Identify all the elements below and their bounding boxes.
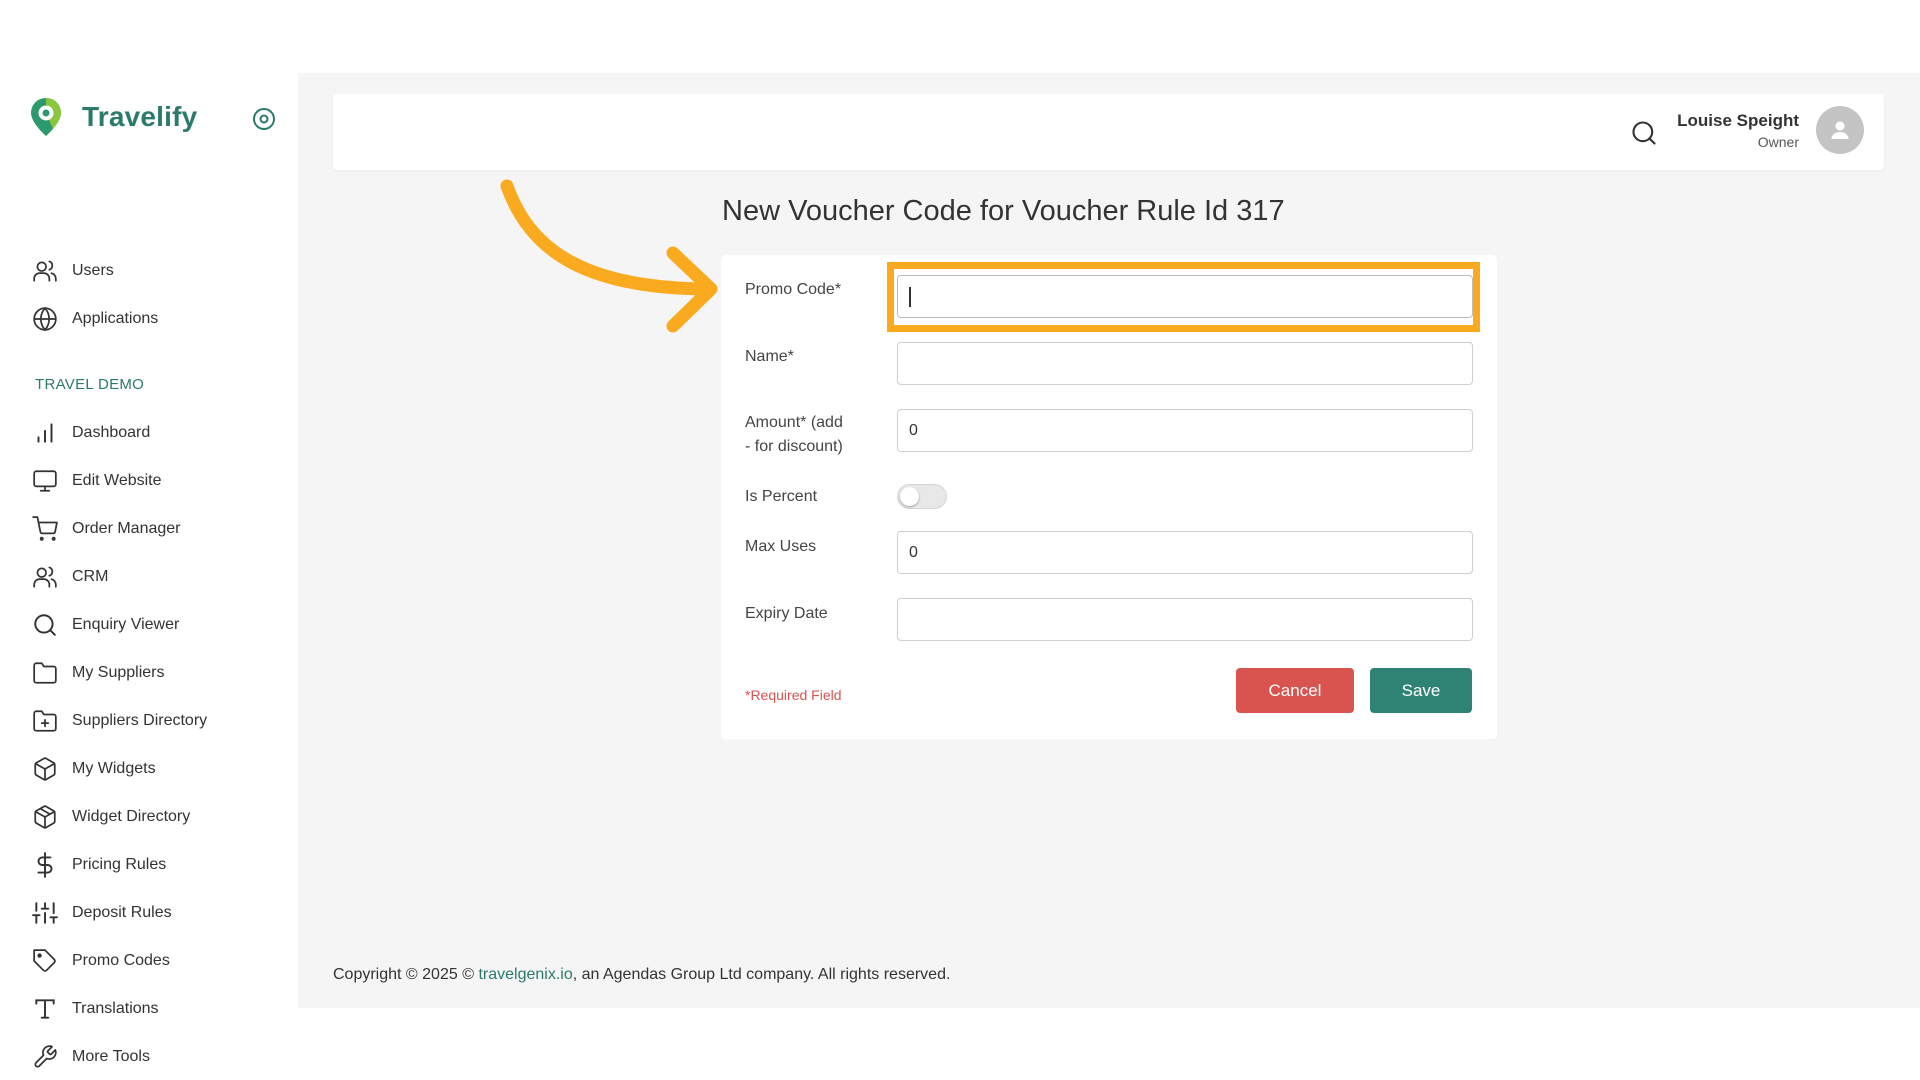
sidebar-item-suppliers-directory[interactable]: Suppliers Directory bbox=[32, 706, 207, 736]
avatar[interactable] bbox=[1816, 106, 1864, 154]
type-icon bbox=[35, 999, 55, 1019]
sidebar-item-deposit-rules[interactable]: Deposit Rules bbox=[32, 898, 172, 928]
max-uses-input[interactable]: 0 bbox=[897, 531, 1473, 574]
folder-icon bbox=[33, 662, 57, 684]
sidebar-item-label: Suppliers Directory bbox=[72, 712, 208, 729]
sidebar: Travelify Users Applications TRAVEL DEMO… bbox=[0, 73, 298, 1068]
brand[interactable]: Travelify bbox=[28, 95, 197, 139]
sidebar-item-pricing-rules[interactable]: Pricing Rules bbox=[32, 850, 166, 880]
users-icon bbox=[33, 566, 57, 588]
monitor-icon bbox=[33, 470, 57, 492]
sidebar-item-applications[interactable]: Applications bbox=[32, 304, 158, 334]
location-pin-logo-icon bbox=[31, 98, 61, 136]
user-name[interactable]: Louise Speight bbox=[1677, 111, 1799, 131]
section-label-travel-demo: TRAVEL DEMO bbox=[35, 376, 145, 393]
name-label: Name* bbox=[745, 348, 794, 365]
sidebar-item-label: Enquiry Viewer bbox=[72, 616, 180, 633]
expiry-date-input[interactable] bbox=[897, 598, 1473, 641]
box-icon bbox=[34, 757, 56, 781]
sliders-icon bbox=[32, 902, 58, 924]
sidebar-item-crm[interactable]: CRM bbox=[32, 562, 108, 592]
promo-code-input[interactable] bbox=[897, 275, 1473, 318]
footer-copyright: Copyright © 2025 © travelgenix.io, an Ag… bbox=[333, 966, 950, 984]
is-percent-toggle[interactable] bbox=[897, 484, 947, 509]
user-role: Owner bbox=[1757, 134, 1799, 150]
toggle-knob bbox=[900, 487, 919, 506]
promo-code-label: Promo Code* bbox=[745, 281, 842, 298]
sidebar-item-label: Pricing Rules bbox=[72, 856, 167, 873]
expiry-date-label: Expiry Date bbox=[745, 605, 828, 622]
max-uses-label: Max Uses bbox=[745, 538, 817, 555]
sidebar-item-label: More Tools bbox=[72, 1048, 150, 1065]
sidebar-item-order-manager[interactable]: Order Manager bbox=[32, 514, 181, 544]
sidebar-item-edit-website[interactable]: Edit Website bbox=[32, 466, 162, 496]
sidebar-item-users[interactable]: Users bbox=[32, 256, 114, 286]
sidebar-item-label: Translations bbox=[72, 1000, 159, 1017]
sidebar-item-promo-codes[interactable]: Promo Codes bbox=[32, 946, 170, 976]
sidebar-item-dashboard[interactable]: Dashboard bbox=[32, 418, 150, 448]
top-header: Louise Speight Owner bbox=[333, 94, 1884, 170]
cart-icon bbox=[32, 516, 58, 541]
page-title: New Voucher Code for Voucher Rule Id 317 bbox=[722, 195, 1285, 227]
sidebar-item-label: Edit Website bbox=[72, 472, 162, 489]
sidebar-item-widget-directory[interactable]: Widget Directory bbox=[32, 802, 190, 832]
sidebar-item-more-tools[interactable]: More Tools bbox=[32, 1042, 150, 1072]
search-icon bbox=[34, 614, 56, 636]
user-avatar-icon bbox=[1831, 121, 1849, 139]
footer-suffix: , an Agendas Group Ltd company. All righ… bbox=[572, 966, 951, 983]
dollar-icon bbox=[37, 852, 53, 878]
sidebar-item-my-suppliers[interactable]: My Suppliers bbox=[32, 658, 164, 688]
required-field-note: *Required Field bbox=[745, 687, 842, 703]
sidebar-item-translations[interactable]: Translations bbox=[32, 994, 159, 1024]
brand-name: Travelify bbox=[82, 101, 198, 132]
amount-value: 0 bbox=[909, 421, 918, 439]
sidebar-item-label: Users bbox=[72, 262, 114, 279]
search-icon[interactable] bbox=[1630, 119, 1658, 147]
max-uses-value: 0 bbox=[909, 543, 918, 561]
sidebar-item-label: Deposit Rules bbox=[72, 904, 172, 921]
voucher-form-card: Promo Code* Name* Amount* (add - for dis… bbox=[721, 255, 1497, 739]
app-frame: Travelify Users Applications TRAVEL DEMO… bbox=[0, 73, 1920, 1068]
amount-label-line1: Amount* (add bbox=[745, 414, 843, 431]
sidebar-item-label: My Widgets bbox=[72, 760, 156, 777]
wrench-icon bbox=[34, 1045, 57, 1068]
sidebar-item-label: CRM bbox=[72, 568, 109, 585]
collapse-sidebar-icon[interactable] bbox=[252, 107, 276, 131]
globe-icon bbox=[33, 306, 57, 332]
save-button[interactable]: Save bbox=[1370, 668, 1472, 713]
pointer-arrow-icon bbox=[500, 179, 718, 333]
cancel-button[interactable]: Cancel bbox=[1236, 668, 1354, 713]
sidebar-item-label: Promo Codes bbox=[72, 952, 170, 969]
sidebar-item-enquiry-viewer[interactable]: Enquiry Viewer bbox=[32, 610, 179, 640]
package-icon bbox=[34, 805, 56, 829]
amount-label: Amount* (add - for discount) bbox=[745, 411, 843, 459]
sidebar-item-label: My Suppliers bbox=[72, 664, 165, 681]
text-caret bbox=[909, 286, 911, 307]
users-icon bbox=[33, 260, 57, 282]
tag-icon bbox=[33, 949, 56, 972]
name-input[interactable] bbox=[897, 342, 1473, 385]
footer-prefix: Copyright © 2025 © bbox=[333, 966, 479, 983]
sidebar-item-my-widgets[interactable]: My Widgets bbox=[32, 754, 156, 784]
footer-link[interactable]: travelgenix.io bbox=[478, 966, 572, 983]
folder-plus-icon bbox=[33, 710, 57, 732]
bar-chart-icon bbox=[37, 423, 53, 443]
is-percent-label: Is Percent bbox=[745, 488, 818, 505]
sidebar-item-label: Dashboard bbox=[72, 424, 151, 441]
sidebar-item-label: Widget Directory bbox=[72, 808, 191, 825]
sidebar-item-label: Applications bbox=[72, 310, 159, 327]
sidebar-item-label: Order Manager bbox=[72, 520, 181, 537]
amount-label-line2: - for discount) bbox=[745, 438, 843, 455]
amount-input[interactable]: 0 bbox=[897, 409, 1473, 452]
